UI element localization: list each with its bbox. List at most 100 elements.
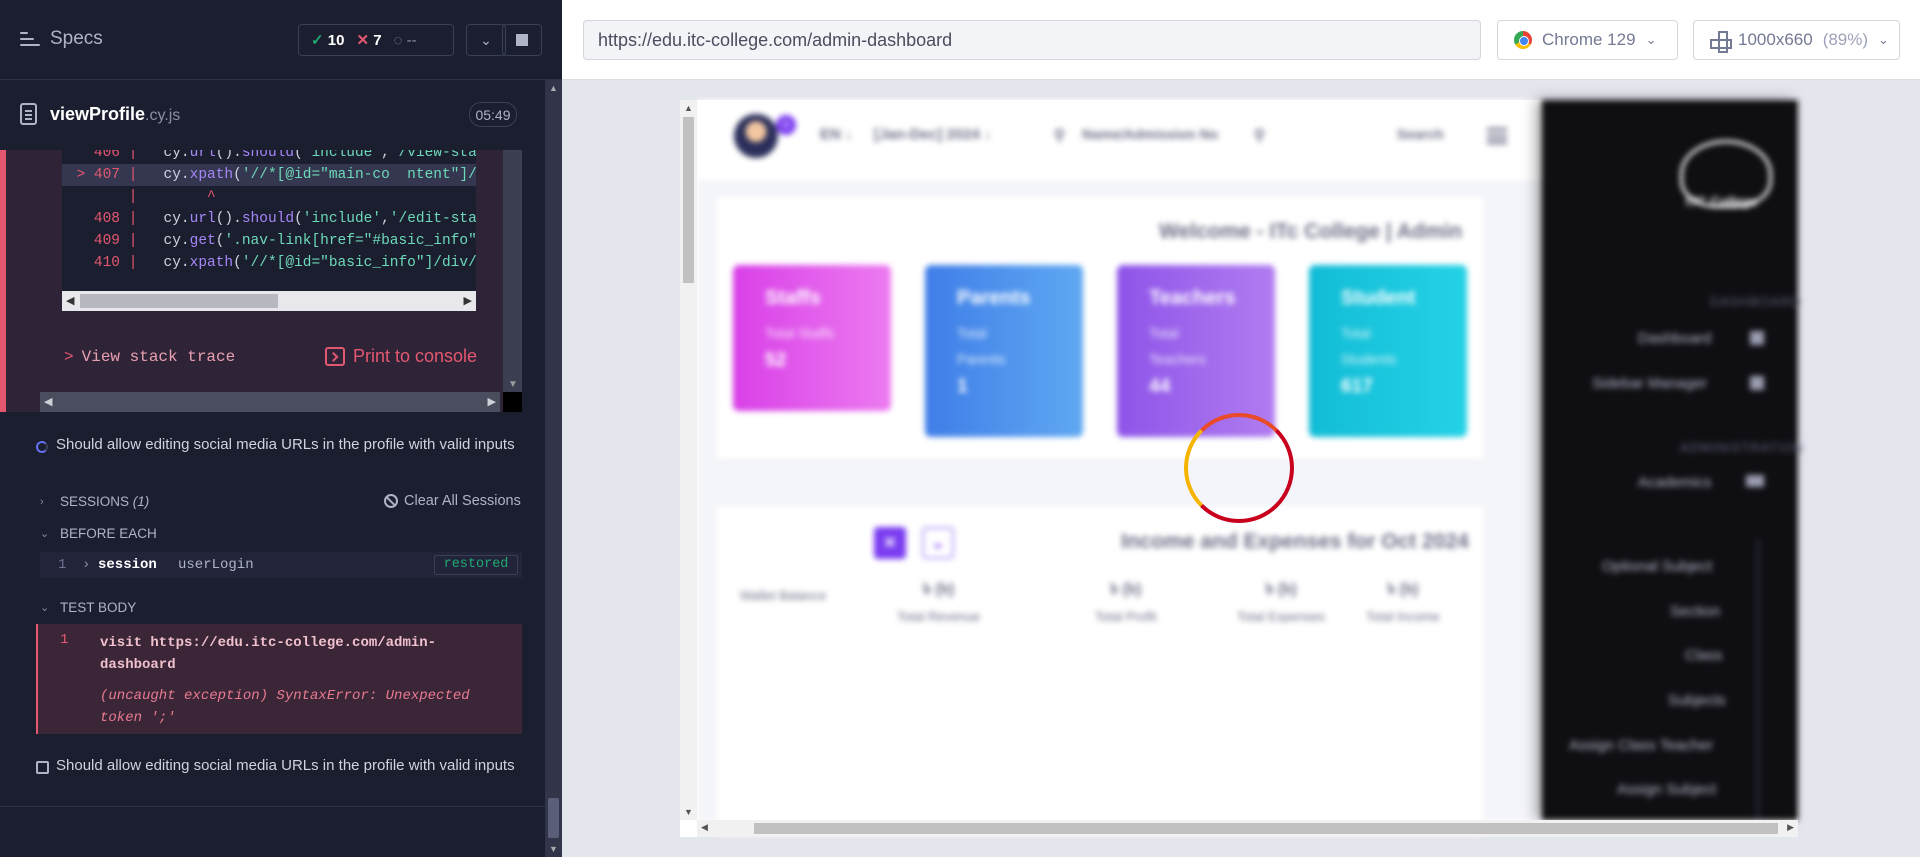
stop-button[interactable] <box>502 24 542 56</box>
wallet-balance-label: Wallet Balance <box>740 588 827 603</box>
test-title-running[interactable]: Should allow editing social media URLs i… <box>56 434 516 456</box>
code-line: 406 | cy.url().should('include','/view-s… <box>93 150 476 161</box>
specs-toggle[interactable]: Specs <box>20 28 103 50</box>
stat-card-parents[interactable]: Parents Total Parents 1 <box>925 265 1083 437</box>
scroll-left-icon[interactable]: ◀ <box>44 395 52 408</box>
avatar[interactable] <box>734 114 778 158</box>
search-input[interactable]: Name/Admission No <box>1082 126 1218 142</box>
chevron-right-icon: > <box>64 348 74 366</box>
spec-file-name[interactable]: viewProfile.cy.js <box>50 104 180 125</box>
logo-text: ITC College <box>1686 194 1758 209</box>
test-stats: ✓ 10 ✕ 7 ◌ -- <box>298 24 454 56</box>
code-line: 408 | cy.url().should('include','/edit-s… <box>93 211 476 227</box>
sidebar-subitem[interactable]: Assign Class Teacher <box>1569 737 1713 754</box>
income-stat: ৳ (৳) Total Profit <box>1095 581 1157 624</box>
sidebar-manager-icon <box>1750 376 1764 390</box>
scroll-down-icon[interactable]: ▼ <box>549 844 558 854</box>
stat-card-staffs[interactable]: Staffs Total Staffs 52 <box>733 265 891 411</box>
session-command[interactable]: 1 › session userLogin restored <box>40 552 522 578</box>
submenu-line <box>1757 540 1759 820</box>
url-bar[interactable]: https://edu.itc-college.com/admin-dashbo… <box>583 20 1481 60</box>
chevron-down-icon: ⌄ <box>480 31 492 48</box>
passed-count: ✓ 10 <box>311 32 345 49</box>
running-spinner-icon <box>36 441 48 453</box>
view-stack-trace-button[interactable]: > View stack trace <box>64 348 235 366</box>
status-badge: restored <box>434 555 518 575</box>
stat-card-teachers[interactable]: Teachers Total Teachers 44 <box>1117 265 1275 437</box>
welcome-title: Welcome - ITc College | Admin <box>1159 220 1463 243</box>
scroll-thumb[interactable] <box>80 294 278 308</box>
chevron-down-icon: ⌄ <box>1645 32 1657 47</box>
viewport-icon <box>1710 31 1732 53</box>
chrome-icon <box>1514 31 1532 49</box>
code-horizontal-scrollbar[interactable]: ◀ ▶ <box>62 291 476 311</box>
income-stat: ৳ (৳) Total Revenue <box>897 581 981 624</box>
aut-horizontal-scrollbar[interactable]: ◀ ▶ <box>697 820 1798 837</box>
income-title: Income and Expenses for Oct 2024 <box>1121 530 1469 553</box>
scroll-thumb[interactable] <box>754 823 1778 834</box>
visit-command-failed[interactable]: 1 visit https://edu.itc-college.com/admi… <box>36 624 522 734</box>
sidebar-item-academics[interactable]: Academics <box>1638 474 1711 491</box>
scroll-thumb[interactable] <box>683 117 694 283</box>
sidebar-section-label: ADMINISTRATION <box>1680 440 1805 455</box>
clear-all-sessions-button[interactable]: Clear All Sessions <box>384 493 521 509</box>
scroll-right-icon[interactable]: ▶ <box>488 395 496 408</box>
close-icon[interactable]: ✕ <box>874 527 906 559</box>
error-message: (uncaught exception) SyntaxError: Unexpe… <box>100 688 470 726</box>
scroll-up-icon[interactable]: ▲ <box>549 83 558 93</box>
terminal-icon <box>325 347 345 366</box>
viewport-selector[interactable]: 1000x660 (89%) ⌄ <box>1693 20 1900 60</box>
sidebar-section-label: DASHBOARD <box>1710 294 1802 309</box>
chevron-down-icon[interactable]: ⌄ <box>922 527 954 559</box>
search-icon[interactable]: ⚲ <box>1254 126 1265 144</box>
before-each-toggle[interactable]: ⌄ BEFORE EACH <box>40 526 157 541</box>
pending-count: ◌ -- <box>393 31 417 49</box>
sidebar-subitem[interactable]: Section <box>1670 603 1720 620</box>
scroll-thumb[interactable] <box>548 798 559 838</box>
code-line-highlighted: > 407 | cy.xpath('//*[@id="main-co ntent… <box>62 164 476 186</box>
specs-list-icon <box>20 31 40 47</box>
chevron-down-icon: ⌄ <box>40 528 50 540</box>
income-stat: ৳ (৳) Total Income <box>1366 581 1440 624</box>
document-icon <box>20 103 37 125</box>
scroll-down-icon[interactable]: ▼ <box>684 807 693 817</box>
scroll-left-icon[interactable]: ◀ <box>66 294 74 307</box>
graduation-cap-icon <box>1746 475 1764 487</box>
app-sidebar <box>1542 100 1798 820</box>
collapse-button[interactable]: ⌄ <box>466 24 506 56</box>
loading-spinner <box>1184 413 1294 523</box>
sidebar-item-sidebar-manager[interactable]: Sidebar Manager <box>1592 375 1707 392</box>
income-card <box>716 506 1484 836</box>
reporter-scrollbar[interactable]: ▲ ▼ <box>545 80 562 857</box>
error-horizontal-scrollbar[interactable]: ◀ ▶ <box>40 392 500 412</box>
notification-badge: 0 <box>776 115 796 135</box>
browser-selector[interactable]: Chrome 129 ⌄ <box>1497 20 1678 60</box>
search-button[interactable]: Search <box>1397 126 1444 142</box>
chevron-down-icon: ⌄ <box>40 602 50 614</box>
sidebar-subitem[interactable]: Subjects <box>1668 692 1726 709</box>
spec-duration: 05:49 <box>469 102 517 127</box>
scroll-right-icon[interactable]: ▶ <box>1787 822 1794 833</box>
scroll-right-icon[interactable]: ▶ <box>464 294 472 307</box>
language-selector[interactable]: EN ↓ <box>820 126 853 143</box>
sidebar-subitem[interactable]: Optional Subject <box>1602 558 1712 575</box>
scroll-down-icon[interactable]: ▼ <box>508 379 518 390</box>
menu-icon[interactable] <box>1487 128 1507 144</box>
scroll-up-icon[interactable]: ▲ <box>684 103 693 113</box>
print-to-console-button[interactable]: Print to console <box>325 346 477 367</box>
test-title-next[interactable]: Should allow editing social media URLs i… <box>56 755 516 777</box>
sessions-toggle[interactable]: › SESSIONS (1) <box>40 494 149 509</box>
specs-title: Specs <box>50 28 103 49</box>
chevron-right-icon: › <box>40 495 44 508</box>
scroll-left-icon[interactable]: ◀ <box>701 822 708 833</box>
session-selector[interactable]: [Jan-Dec] 2024 ↓ <box>874 126 992 143</box>
check-icon: ✓ <box>311 32 324 49</box>
stat-card-student[interactable]: Student Total Students 617 <box>1309 265 1467 437</box>
sidebar-item-dashboard[interactable]: Dashboard <box>1638 330 1711 347</box>
test-body-toggle[interactable]: ⌄ TEST BODY <box>40 600 136 615</box>
sidebar-subitem[interactable]: Class <box>1685 647 1723 664</box>
sidebar-subitem[interactable]: Assign Subject <box>1617 781 1716 798</box>
divider <box>0 806 545 807</box>
error-vertical-scrollbar[interactable]: ▼ <box>503 150 522 392</box>
aut-vertical-scrollbar[interactable]: ▲ ▼ <box>680 100 697 820</box>
